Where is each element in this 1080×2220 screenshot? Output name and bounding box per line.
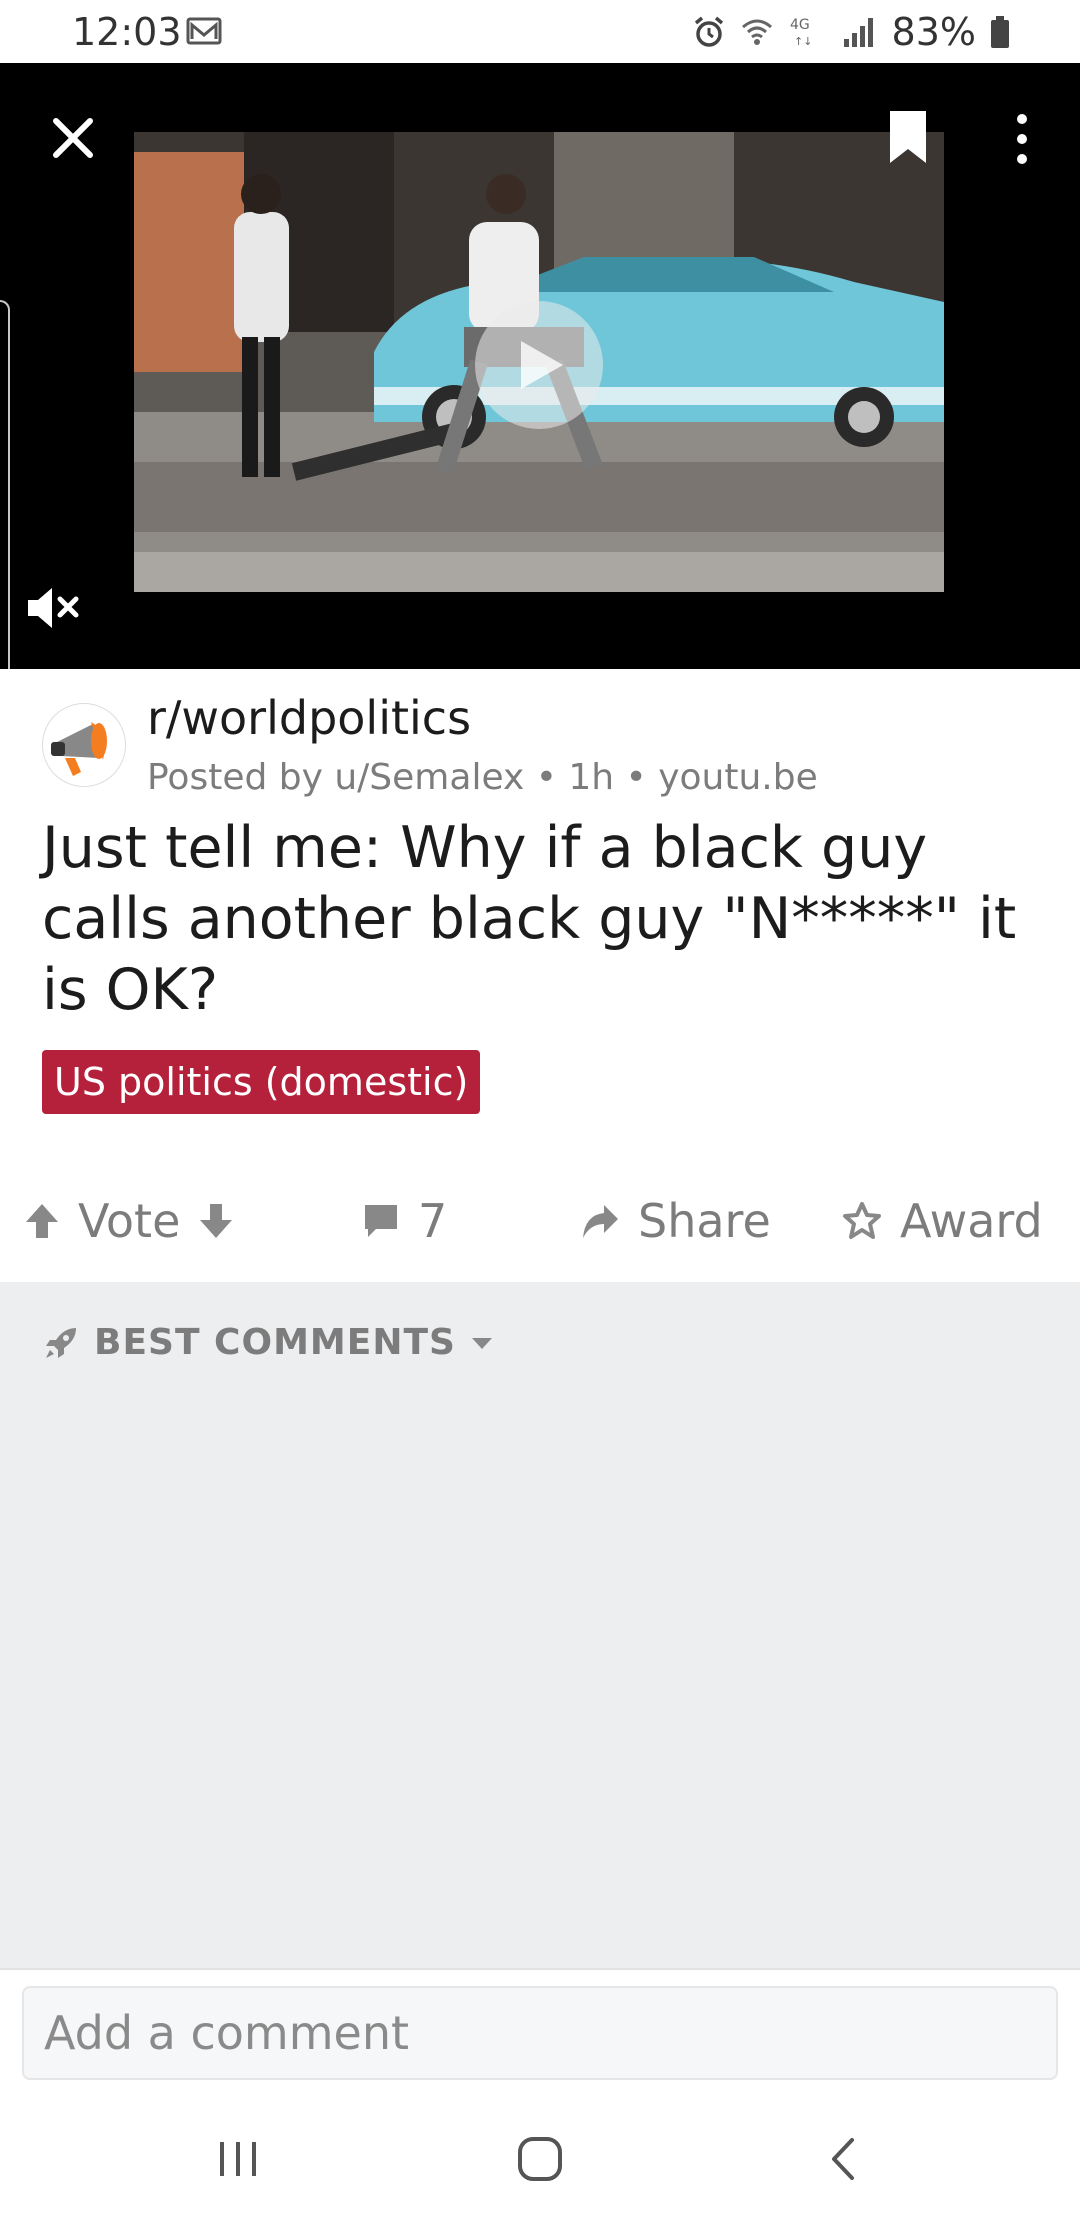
battery-icon [991, 16, 1009, 48]
comment-input[interactable]: Add a comment [22, 1986, 1058, 2080]
share-icon [583, 1205, 618, 1238]
megaphone-icon [51, 722, 107, 776]
svg-text:4G: 4G [790, 17, 810, 33]
award-label: Award [900, 1194, 1043, 1248]
close-icon[interactable] [50, 115, 96, 161]
comments-count: 7 [418, 1194, 448, 1248]
battery-percent: 83% [891, 10, 976, 54]
upvote-icon[interactable] [24, 1202, 60, 1240]
downvote-icon[interactable] [198, 1202, 234, 1240]
play-icon [521, 341, 563, 389]
award-icon [843, 1202, 881, 1239]
video-player[interactable] [0, 63, 1080, 669]
post-flair[interactable]: US politics (domestic) [42, 1050, 481, 1114]
subreddit-name[interactable]: r/worldpolitics [147, 691, 471, 745]
comments-section: BEST COMMENTS [0, 1282, 1080, 1968]
status-time: 12:03 [72, 10, 182, 54]
comment-composer: Add a comment [0, 1968, 1080, 2094]
signal-icon [843, 18, 873, 47]
vote-control: Vote [24, 1194, 234, 1248]
post-title: Just tell me: Why if a black guy calls a… [42, 815, 1017, 1023]
share-button[interactable]: Share [580, 1194, 771, 1248]
edge-panel-handle[interactable] [0, 300, 10, 720]
4g-lte-icon: 4G ↑↓ [790, 17, 812, 48]
home-icon[interactable] [510, 2134, 570, 2184]
comment-icon [365, 1205, 397, 1237]
bookmark-icon[interactable] [888, 109, 928, 165]
alarm-icon [694, 16, 723, 47]
comment-sort-dropdown[interactable]: BEST COMMENTS [42, 1322, 494, 1363]
mail-icon [186, 17, 222, 45]
comments-button[interactable]: 7 [362, 1194, 447, 1248]
vote-label: Vote [78, 1194, 181, 1248]
system-nav-bar [0, 2094, 1080, 2220]
sort-label: BEST COMMENTS [94, 1322, 456, 1363]
subreddit-avatar[interactable] [42, 703, 126, 787]
post-action-bar: Vote 7 Share Award [0, 1160, 1080, 1282]
status-bar: 12:03 4G ↑↓ 83% [0, 0, 1080, 63]
chevron-down-icon [471, 1337, 492, 1349]
more-vertical-icon[interactable] [1004, 111, 1040, 167]
play-button[interactable] [475, 301, 603, 429]
recents-icon[interactable] [208, 2134, 268, 2184]
status-icons: 4G ↑↓ 83% [692, 10, 1010, 54]
post-meta: Posted by u/Semalex • 1h • youtu.be [147, 757, 818, 798]
mute-icon[interactable] [26, 583, 82, 633]
wifi-icon [741, 19, 772, 45]
award-button[interactable]: Award [842, 1194, 1043, 1248]
share-label: Share [638, 1194, 771, 1248]
back-icon[interactable] [816, 2134, 876, 2184]
post-header: r/worldpolitics Posted by u/Semalex • 1h… [0, 669, 1080, 1023]
rocket-icon [46, 1327, 76, 1358]
svg-text:↑↓: ↑↓ [794, 35, 812, 48]
